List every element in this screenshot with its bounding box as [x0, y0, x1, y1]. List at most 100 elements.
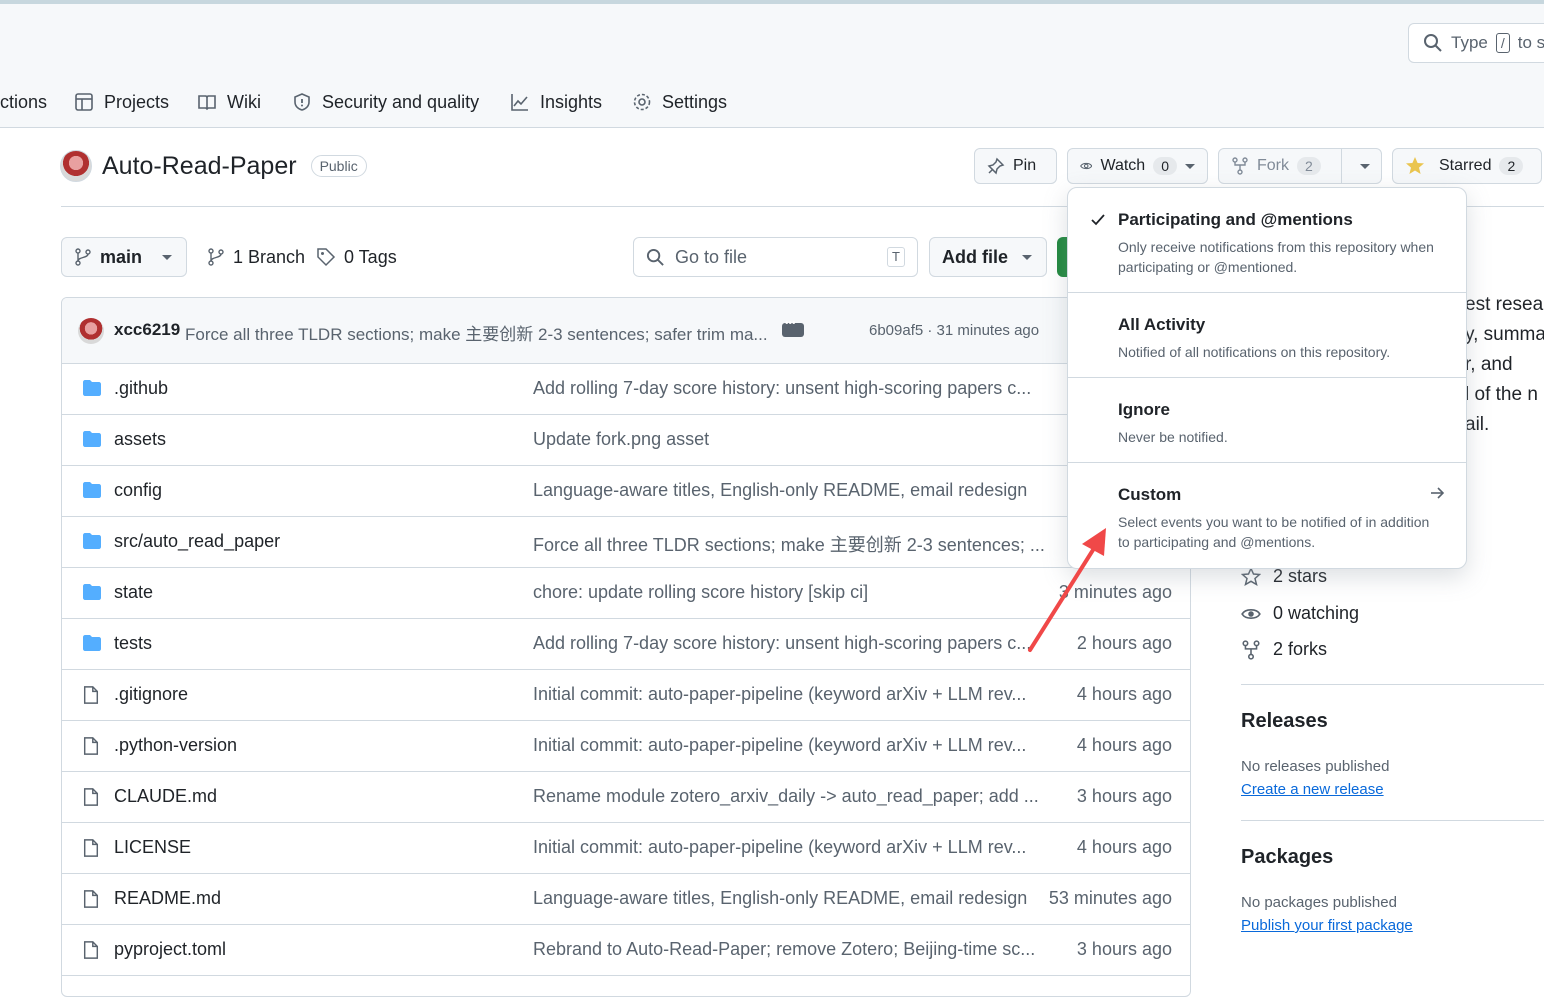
- graph-icon: [511, 94, 528, 111]
- file-name-link[interactable]: pyproject.toml: [114, 939, 226, 960]
- tab-security[interactable]: Security and quality: [292, 84, 479, 120]
- visibility-badge: Public: [310, 155, 367, 177]
- commit-expand-button[interactable]: [782, 318, 804, 337]
- table-row[interactable]: .github Add rolling 7-day score history: …: [62, 364, 1190, 415]
- tab-actions-label: ctions: [0, 91, 48, 112]
- go-to-file-input[interactable]: Go to file T: [633, 237, 918, 277]
- watch-option-participating[interactable]: Participating and @mentions Only receive…: [1068, 188, 1466, 293]
- file-commit-link[interactable]: Add rolling 7-day score history: unsent …: [533, 633, 1031, 654]
- global-search[interactable]: Type / to s: [1408, 23, 1544, 63]
- file-name-link[interactable]: assets: [114, 429, 166, 450]
- table-row[interactable]: tests Add rolling 7-day score history: un…: [62, 619, 1190, 670]
- arrow-right-icon: [1431, 487, 1445, 499]
- go-to-file-placeholder: Go to file: [675, 246, 748, 267]
- file-name-link[interactable]: state: [114, 582, 153, 603]
- repo-header: Type / to s ctions Projects Wiki Securit…: [0, 4, 1544, 128]
- sidebar-divider: [1241, 820, 1544, 821]
- latest-commit-row: xcc6219 Force all three TLDR sections; m…: [62, 298, 1190, 364]
- search-suffix: to s: [1517, 33, 1544, 52]
- table-row[interactable]: pyproject.toml Rebrand to Auto-Read-Paper…: [62, 925, 1190, 976]
- tab-actions[interactable]: ctions: [0, 84, 47, 120]
- chevron-down-icon: [162, 254, 173, 260]
- file-commit-time: 3 hours ago: [1076, 939, 1172, 959]
- watch-option-all-activity[interactable]: All Activity Notified of all notificatio…: [1068, 293, 1466, 378]
- file-commit-link[interactable]: chore: update rolling score history [ski…: [533, 582, 868, 603]
- file-name-link[interactable]: LICENSE: [114, 837, 191, 858]
- file-commit-link[interactable]: Language-aware titles, English-only READ…: [533, 888, 1027, 909]
- file-commit-link[interactable]: Language-aware titles, English-only READ…: [533, 480, 1027, 501]
- table-row[interactable]: CLAUDE.md Rename module zotero_arxiv_dail…: [62, 772, 1190, 823]
- file-commit-time: 4 hours ago: [1076, 735, 1172, 755]
- tab-projects-label: Projects: [104, 91, 170, 112]
- commit-message[interactable]: Force all three TLDR sections; make 主要创新…: [185, 320, 768, 345]
- packages-heading[interactable]: Packages: [1241, 846, 1333, 869]
- publish-package-link[interactable]: Publish your first package: [1241, 917, 1413, 934]
- file-commit-link[interactable]: Rebrand to Auto-Read-Paper; remove Zoter…: [533, 939, 1035, 960]
- table-row[interactable]: src/auto_read_paper Force all three TLDR …: [62, 517, 1190, 568]
- stars-stat[interactable]: 2 stars: [1241, 566, 1327, 587]
- tab-settings[interactable]: Settings: [632, 84, 727, 120]
- create-release-link[interactable]: Create a new release: [1241, 781, 1384, 798]
- table-row[interactable]: README.md Language-aware titles, English-…: [62, 874, 1190, 925]
- owner-avatar[interactable]: [60, 150, 92, 182]
- tab-insights[interactable]: Insights: [510, 84, 602, 120]
- fork-dropdown[interactable]: [1350, 149, 1381, 183]
- sidebar-divider: [1241, 684, 1544, 685]
- file-commit-link[interactable]: Update fork.png asset: [533, 429, 709, 450]
- file-commit-link[interactable]: Add rolling 7-day score history: unsent …: [533, 378, 1031, 399]
- commit-author-avatar[interactable]: [78, 318, 104, 344]
- watching-stat[interactable]: 0 watching: [1241, 603, 1359, 624]
- watch-button[interactable]: Watch 0: [1067, 148, 1208, 184]
- eye-icon: [1080, 162, 1093, 170]
- file-commit-link[interactable]: Initial commit: auto-paper-pipeline (key…: [533, 684, 1026, 705]
- tab-security-label: Security and quality: [322, 91, 480, 112]
- file-name-link[interactable]: tests: [114, 633, 152, 654]
- book-icon: [198, 95, 216, 111]
- file-icon: [82, 940, 102, 959]
- file-name-link[interactable]: config: [114, 480, 162, 501]
- search-icon: [1424, 34, 1442, 52]
- starred-label: Starred: [1439, 157, 1492, 174]
- file-name-link[interactable]: .gitignore: [114, 684, 188, 705]
- chevron-down-icon: [1185, 163, 1195, 169]
- tags-link[interactable]: 0 Tags: [316, 237, 397, 277]
- branches-link[interactable]: 1 Branch: [207, 237, 305, 277]
- repo-name[interactable]: Auto-Read-Paper: [102, 152, 297, 181]
- commit-meta[interactable]: 6b09af5 · 31 minutes ago: [869, 322, 1039, 339]
- about-line: est resea: [1465, 294, 1544, 315]
- file-name-link[interactable]: .python-version: [114, 735, 237, 756]
- about-description: est resea y, summa r, and l of the n ail…: [1465, 290, 1544, 440]
- commit-author[interactable]: xcc6219: [114, 320, 180, 340]
- table-row[interactable]: config Language-aware titles, English-onl…: [62, 466, 1190, 517]
- file-name-link[interactable]: CLAUDE.md: [114, 786, 217, 807]
- file-name-link[interactable]: .github: [114, 378, 168, 399]
- tab-wiki[interactable]: Wiki: [197, 84, 261, 120]
- file-name-link[interactable]: src/auto_read_paper: [114, 531, 280, 552]
- pin-icon: [987, 157, 1005, 175]
- file-commit-link[interactable]: Initial commit: auto-paper-pipeline (key…: [533, 837, 1026, 858]
- file-commit-time: 2 hours ago: [1076, 633, 1172, 653]
- file-name-link[interactable]: README.md: [114, 888, 221, 909]
- branch-select[interactable]: main: [61, 237, 187, 277]
- watch-option-ignore[interactable]: Ignore Never be notified.: [1068, 378, 1466, 463]
- starred-button[interactable]: Starred 2: [1392, 148, 1542, 184]
- star-icon: [1241, 566, 1261, 586]
- releases-heading[interactable]: Releases: [1241, 710, 1328, 733]
- gear-icon: [633, 93, 651, 111]
- table-row[interactable]: state chore: update rolling score history…: [62, 568, 1190, 619]
- option-description: Never be notified.: [1118, 429, 1228, 445]
- table-row[interactable]: assets Update fork.png asset: [62, 415, 1190, 466]
- tab-projects[interactable]: Projects: [74, 84, 169, 120]
- watch-option-custom[interactable]: Custom Select events you want to be noti…: [1068, 463, 1466, 568]
- fork-button[interactable]: Fork 2: [1219, 149, 1333, 183]
- table-row[interactable]: .python-version Initial commit: auto-pape…: [62, 721, 1190, 772]
- file-commit-link[interactable]: Initial commit: auto-paper-pipeline (key…: [533, 735, 1026, 756]
- tag-icon: [317, 248, 336, 267]
- forks-stat[interactable]: 2 forks: [1241, 639, 1327, 660]
- table-row[interactable]: .gitignore Initial commit: auto-paper-pip…: [62, 670, 1190, 721]
- table-row[interactable]: LICENSE Initial commit: auto-paper-pipeli…: [62, 823, 1190, 874]
- add-file-button[interactable]: Add file: [929, 237, 1047, 277]
- file-commit-link[interactable]: Force all three TLDR sections; make 主要创新…: [533, 531, 1045, 557]
- file-commit-link[interactable]: Rename module zotero_arxiv_daily -> auto…: [533, 786, 1039, 807]
- pin-button[interactable]: Pin: [974, 148, 1057, 184]
